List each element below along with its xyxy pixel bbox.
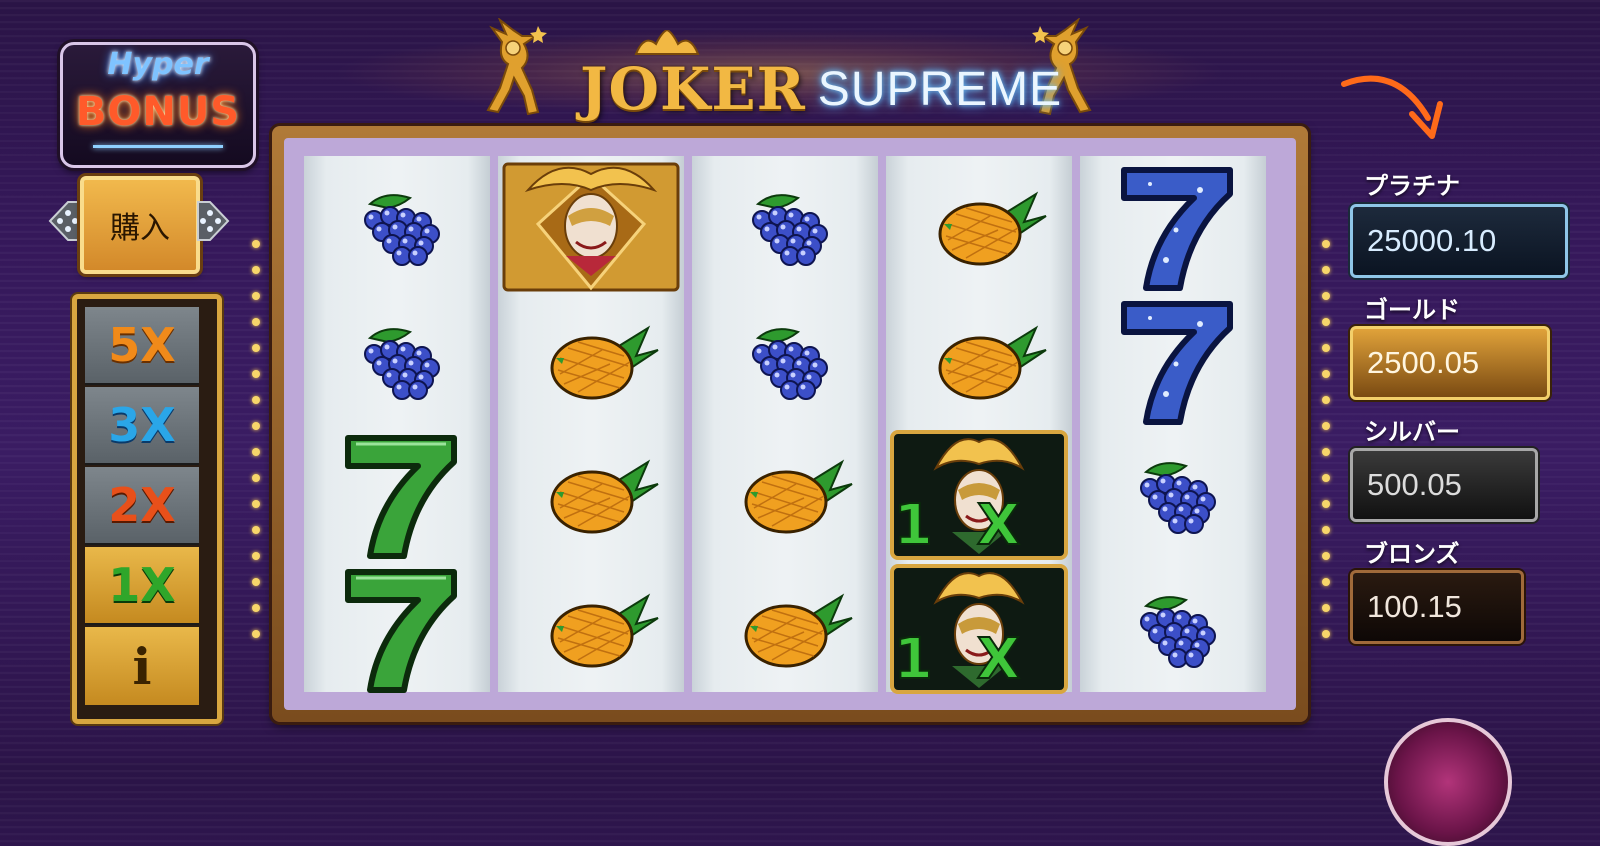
hyper-label: Hyper <box>107 47 209 82</box>
jackpot-bronze-value: 100.15 <box>1350 570 1524 644</box>
jackpot-silver-value: 500.05 <box>1350 448 1538 522</box>
frame-bulb <box>1322 578 1330 586</box>
spin-button-partial[interactable] <box>1384 718 1512 846</box>
jester-left-icon <box>486 18 547 116</box>
multiplier-ladder: 5X 3X 2X 1X i <box>72 294 222 724</box>
bonus-label: BONUS <box>75 89 241 135</box>
grapes-icon <box>364 194 440 266</box>
grapes-icon <box>1140 462 1216 534</box>
frame-bulb <box>1322 396 1330 404</box>
multiplier-label: 3X <box>108 398 176 452</box>
frame-bulb <box>252 422 260 430</box>
multiplier-5x: 5X <box>85 307 199 385</box>
frame-bulb <box>1322 500 1330 508</box>
frame-bulb <box>1322 370 1330 378</box>
jackpot-platinum-label: プラチナ <box>1364 172 1460 200</box>
pineapple-icon <box>550 459 659 534</box>
frame-bulb <box>1322 526 1330 534</box>
frame-bulb <box>252 630 260 638</box>
title-joker: JOKER <box>580 55 806 123</box>
frame-bulb <box>1322 318 1330 326</box>
multiplier-label: 5X <box>108 318 176 372</box>
buy-arrow-right-icon <box>197 201 230 241</box>
frame-bulb <box>252 396 260 404</box>
frame-bulb <box>252 292 260 300</box>
hyper-underline <box>93 145 223 148</box>
frame-bulb <box>1322 474 1330 482</box>
frame-bulb <box>252 474 260 482</box>
info-button[interactable]: i <box>85 627 199 705</box>
buy-button[interactable]: 購入 <box>80 176 200 274</box>
jackpot-gold-value: 2500.05 <box>1350 326 1550 400</box>
frame-bulb <box>1322 630 1330 638</box>
frame-bulb <box>1322 552 1330 560</box>
frame-bulb <box>252 578 260 586</box>
seven-blue-icon <box>1121 301 1233 425</box>
jackpot-bronze-label: ブロンズ <box>1364 540 1460 568</box>
game-title: JOKER SUPREME <box>580 38 1062 118</box>
hyper-bonus-logo: Hyper BONUS <box>60 42 256 168</box>
pineapple-icon <box>744 459 853 534</box>
frame-bulb <box>1322 604 1330 612</box>
frame-bulb <box>252 604 260 612</box>
frame-bulb <box>252 552 260 560</box>
joker-gold-icon <box>502 162 680 292</box>
frame-bulb <box>252 370 260 378</box>
frame-bulb <box>1322 344 1330 352</box>
multiplier-1x: 1X <box>85 547 199 625</box>
frame-bulb <box>1322 422 1330 430</box>
jackpot-silver-label: シルバー <box>1364 418 1460 446</box>
jackpot-gold-label: ゴールド <box>1364 296 1460 324</box>
joker-1x-icon: 1X <box>890 564 1068 694</box>
frame-bulb <box>252 500 260 508</box>
grapes-icon <box>364 328 440 400</box>
frame-bulb <box>252 318 260 326</box>
seven-green-icon <box>345 435 457 559</box>
joker-1x-icon: 1X <box>890 430 1068 560</box>
arrow-annotation-icon <box>1341 75 1443 139</box>
frame-bulb <box>252 240 260 248</box>
pineapple-icon <box>550 593 659 668</box>
frame-bulb <box>252 344 260 352</box>
joker-multiplier-label: 1X <box>894 493 1064 558</box>
pineapple-icon <box>744 593 853 668</box>
frame-bulb <box>252 526 260 534</box>
pineapple-icon <box>550 325 659 400</box>
grapes-icon <box>752 328 828 400</box>
frame-bulb <box>1322 448 1330 456</box>
title-supreme: SUPREME <box>817 63 1063 116</box>
seven-green-icon <box>345 569 457 693</box>
frame-bulb <box>1322 292 1330 300</box>
grapes-icon <box>1140 596 1216 668</box>
frame-bulb <box>252 266 260 274</box>
seven-blue-icon <box>1121 167 1233 291</box>
grapes-icon <box>752 194 828 266</box>
frame-bulb <box>1322 266 1330 274</box>
jackpot-platinum-value: 25000.10 <box>1350 204 1568 278</box>
multiplier-2x: 2X <box>85 467 199 545</box>
frame-bulb <box>252 448 260 456</box>
multiplier-3x: 3X <box>85 387 199 465</box>
multiplier-label: 1X <box>108 558 176 612</box>
pineapple-icon <box>938 325 1047 400</box>
frame-bulb <box>1322 240 1330 248</box>
pineapple-icon <box>938 191 1047 266</box>
buy-arrow-left-icon <box>48 201 81 241</box>
joker-multiplier-label: 1X <box>894 627 1064 692</box>
multiplier-label: 2X <box>108 478 176 532</box>
